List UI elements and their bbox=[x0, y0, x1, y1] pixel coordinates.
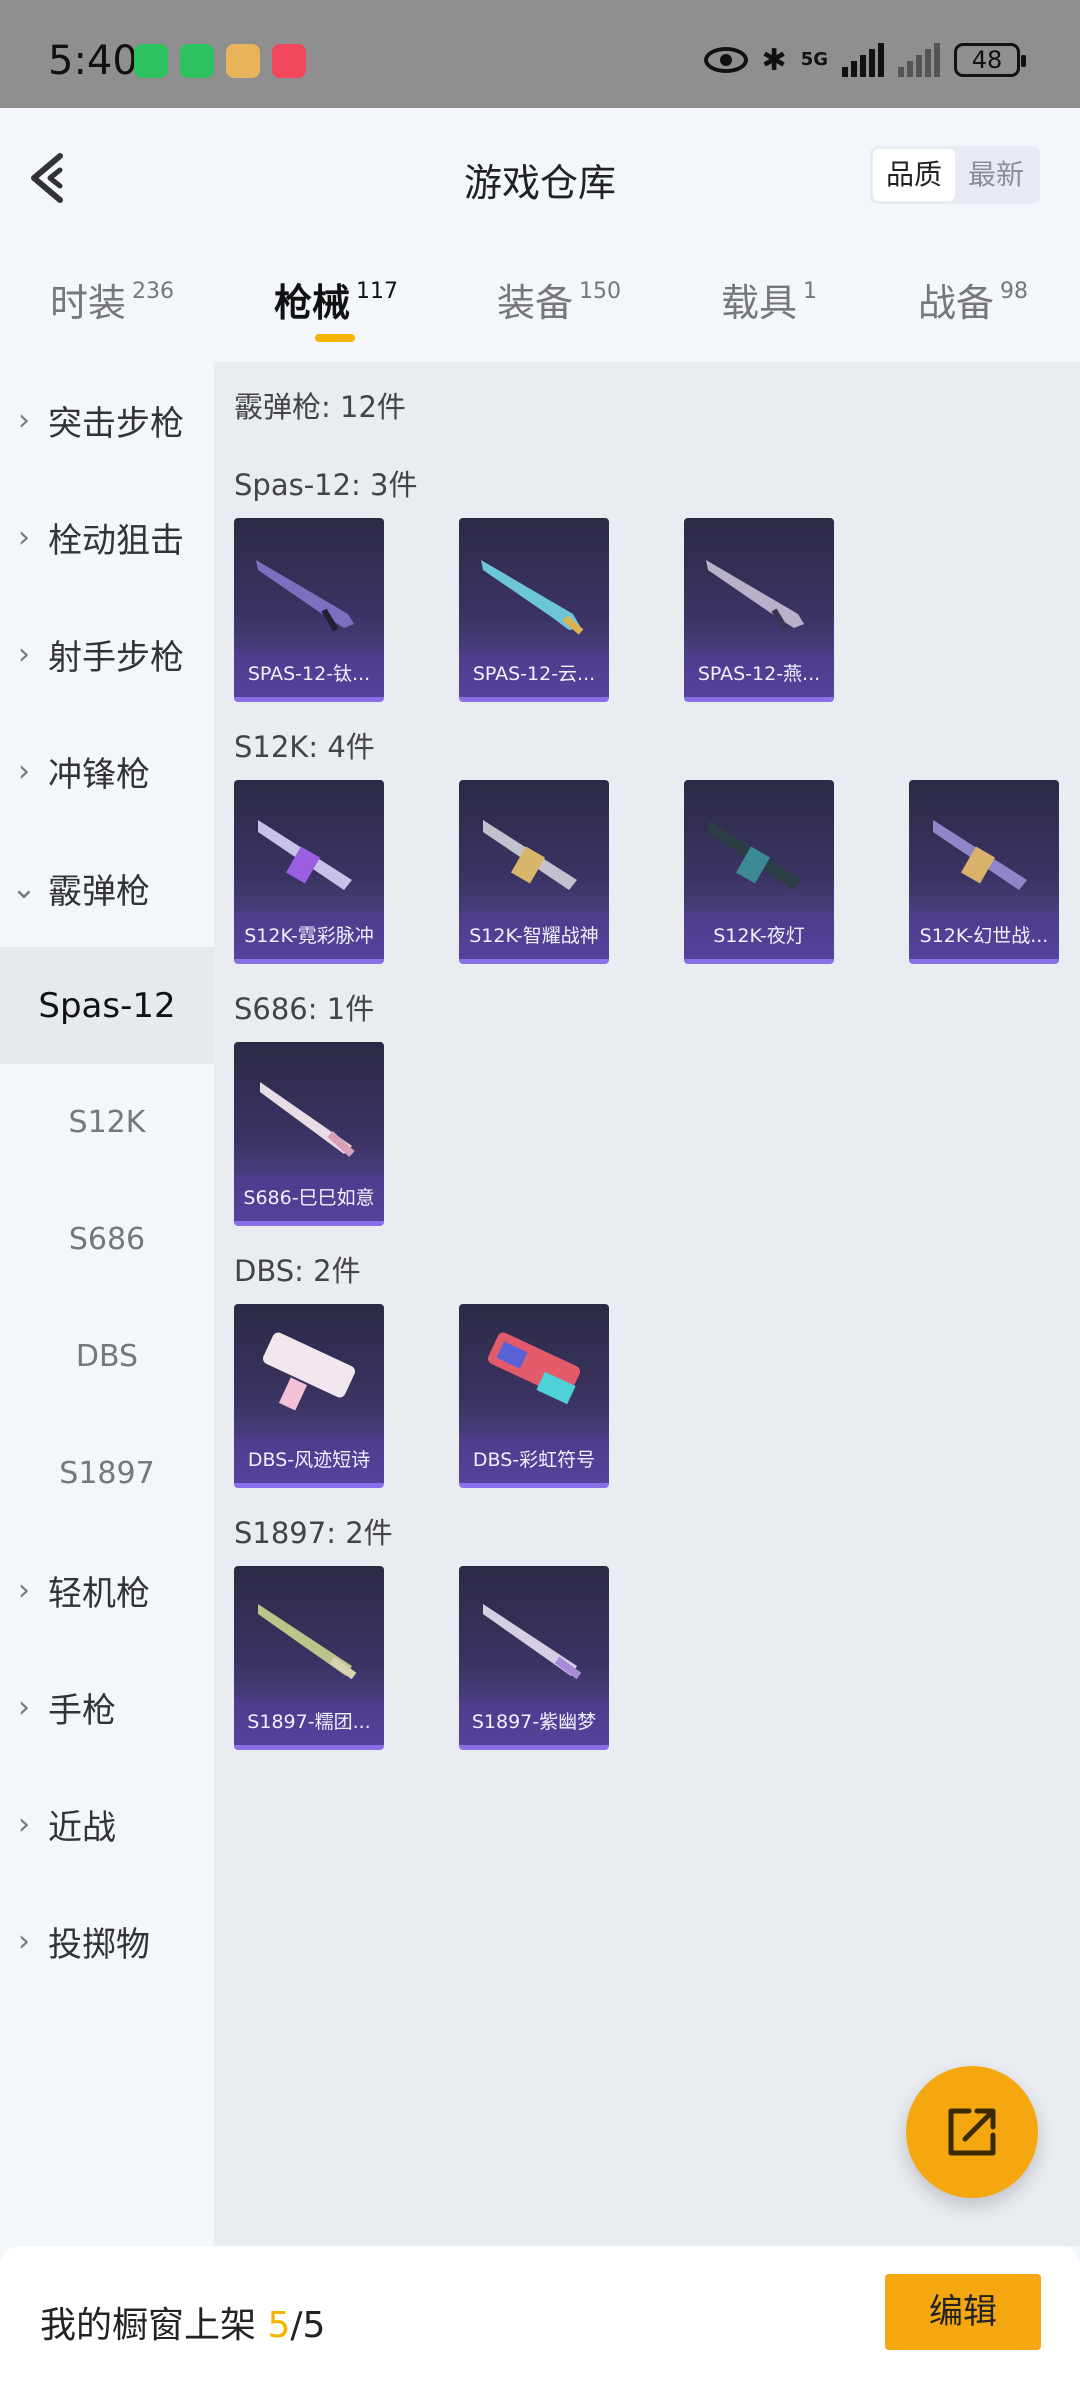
item-name: S12K-智耀战神 bbox=[459, 913, 609, 959]
status-time: 5:40 bbox=[48, 38, 138, 84]
wechat-notification-icon bbox=[180, 44, 214, 78]
shopping-notification-icon bbox=[272, 44, 306, 78]
page-header: 游戏仓库 品质 最新 bbox=[0, 108, 1080, 248]
item-card[interactable]: DBS-彩虹符号 bbox=[459, 1304, 609, 1488]
item-card[interactable]: S686-巳巳如意 bbox=[234, 1042, 384, 1226]
bottom-bar: 我的橱窗上架 5/5 编辑 bbox=[0, 2246, 1080, 2381]
shotgun-icon bbox=[483, 1604, 582, 1680]
item-name: DBS-风迹短诗 bbox=[234, 1437, 384, 1483]
tab-vehicles[interactable]: 载具 1 bbox=[721, 272, 817, 327]
item-card[interactable]: S12K-智耀战神 bbox=[459, 780, 609, 964]
item-name: SPAS-12-钛... bbox=[234, 651, 384, 697]
app-notification-icon bbox=[226, 44, 260, 78]
item-name: S686-巳巳如意 bbox=[234, 1175, 384, 1221]
sidebar: › 突击步枪 › 栓动狙击 › 射手步枪 › 冲锋枪 ⌄ 霰弹枪 Spas-12 S12K… bbox=[0, 362, 214, 2246]
group-header: S1897: 2件 bbox=[234, 1516, 393, 1550]
item-name: S1897-紫幽梦 bbox=[459, 1699, 609, 1745]
edit-button[interactable]: 编辑 bbox=[885, 2274, 1041, 2350]
category-tabs: 时装 236 枪械 117 装备 150 载具 1 战备 98 bbox=[0, 248, 1080, 362]
chevron-right-icon: › bbox=[18, 1690, 30, 1725]
sidebar-sub-spas12[interactable]: Spas-12 bbox=[0, 947, 214, 1064]
shotgun-icon bbox=[483, 820, 577, 890]
sidebar-item-assault-rifle[interactable]: › 突击步枪 bbox=[0, 362, 214, 479]
shotgun-icon bbox=[708, 820, 802, 890]
shotgun-icon bbox=[256, 560, 354, 632]
shotgun-icon bbox=[258, 820, 352, 890]
sidebar-item-marksman-rifle[interactable]: › 射手步枪 bbox=[0, 596, 214, 713]
active-tab-indicator bbox=[315, 334, 355, 342]
shotgun-icon bbox=[258, 1604, 357, 1680]
category-summary: 霰弹枪: 12件 bbox=[234, 390, 406, 424]
sidebar-item-lmg[interactable]: › 轻机枪 bbox=[0, 1532, 214, 1649]
item-card[interactable]: S12K-幻世战... bbox=[909, 780, 1059, 964]
item-name: SPAS-12-燕... bbox=[684, 651, 834, 697]
item-card[interactable]: DBS-风迹短诗 bbox=[234, 1304, 384, 1488]
wechat-notification-icon bbox=[134, 44, 168, 78]
item-card[interactable]: S1897-紫幽梦 bbox=[459, 1566, 609, 1750]
sort-newest-button[interactable]: 最新 bbox=[955, 149, 1037, 201]
chevron-right-icon: › bbox=[18, 1807, 30, 1842]
chevron-right-icon: › bbox=[18, 754, 30, 789]
chevron-right-icon: › bbox=[18, 1924, 30, 1959]
item-card[interactable]: SPAS-12-钛... bbox=[234, 518, 384, 702]
item-card[interactable]: SPAS-12-云... bbox=[459, 518, 609, 702]
sidebar-item-bolt-sniper[interactable]: › 栓动狙击 bbox=[0, 479, 214, 596]
tab-firearms[interactable]: 枪械 117 bbox=[274, 272, 398, 327]
sidebar-sub-s12k[interactable]: S12K bbox=[0, 1064, 214, 1181]
item-name: S12K-幻世战... bbox=[909, 913, 1059, 959]
sidebar-sub-s686[interactable]: S686 bbox=[0, 1181, 214, 1298]
group-header: S686: 1件 bbox=[234, 992, 375, 1026]
item-name: SPAS-12-云... bbox=[459, 651, 609, 697]
tab-combat-supplies[interactable]: 战备 98 bbox=[918, 272, 1028, 327]
sort-toggle: 品质 最新 bbox=[870, 146, 1040, 204]
sidebar-item-melee[interactable]: › 近战 bbox=[0, 1766, 214, 1883]
share-fab-button[interactable] bbox=[906, 2066, 1038, 2198]
chevron-right-icon: › bbox=[18, 1573, 30, 1608]
shotgun-icon bbox=[706, 560, 804, 632]
shotgun-icon bbox=[488, 1332, 580, 1405]
sidebar-sub-dbs[interactable]: DBS bbox=[0, 1298, 214, 1415]
group-header: S12K: 4件 bbox=[234, 730, 375, 764]
item-card[interactable]: S1897-糯团... bbox=[234, 1566, 384, 1750]
item-name: S12K-霓彩脉冲 bbox=[234, 913, 384, 959]
status-bar: 5:40 ✱ 5G 48 bbox=[0, 0, 1080, 108]
shotgun-icon bbox=[260, 1082, 355, 1157]
signal-icon bbox=[842, 43, 884, 77]
chevron-right-icon: › bbox=[18, 520, 30, 555]
item-card[interactable]: SPAS-12-燕... bbox=[684, 518, 834, 702]
group-header: DBS: 2件 bbox=[234, 1254, 361, 1288]
network-type: 5G bbox=[800, 49, 828, 70]
item-card[interactable]: S12K-霓彩脉冲 bbox=[234, 780, 384, 964]
tab-fashion[interactable]: 时装 236 bbox=[50, 272, 174, 327]
showcase-total: /5 bbox=[290, 2305, 326, 2346]
shotgun-icon bbox=[933, 820, 1027, 890]
sidebar-sub-s1897[interactable]: S1897 bbox=[0, 1415, 214, 1532]
item-name: S12K-夜灯 bbox=[684, 913, 834, 959]
item-card[interactable]: S12K-夜灯 bbox=[684, 780, 834, 964]
item-name: DBS-彩虹符号 bbox=[459, 1437, 609, 1483]
sort-quality-button[interactable]: 品质 bbox=[873, 149, 955, 201]
item-grid: 霰弹枪: 12件 Spas-12: 3件 SPAS-12-钛... SPAS-1… bbox=[214, 362, 1080, 2246]
eye-icon bbox=[703, 47, 748, 73]
group-header: Spas-12: 3件 bbox=[234, 468, 418, 502]
sidebar-item-throwable[interactable]: › 投掷物 bbox=[0, 1883, 214, 2000]
sidebar-item-shotgun[interactable]: ⌄ 霰弹枪 bbox=[0, 830, 214, 947]
tab-equipment[interactable]: 装备 150 bbox=[497, 272, 621, 327]
battery-icon: 48 bbox=[954, 43, 1026, 77]
sidebar-item-smg[interactable]: › 冲锋枪 bbox=[0, 713, 214, 830]
showcase-count: 5 bbox=[267, 2305, 291, 2346]
share-external-icon bbox=[948, 2108, 996, 2156]
sidebar-item-pistol[interactable]: › 手枪 bbox=[0, 1649, 214, 1766]
bluetooth-icon: ✱ bbox=[761, 42, 787, 78]
showcase-status: 我的橱窗上架 5/5 bbox=[40, 2305, 326, 2346]
chevron-right-icon: › bbox=[18, 637, 30, 672]
chevron-right-icon: › bbox=[18, 403, 30, 438]
shotgun-icon bbox=[263, 1332, 355, 1411]
chevron-down-icon: ⌄ bbox=[11, 871, 37, 906]
shotgun-icon bbox=[481, 560, 584, 635]
item-name: S1897-糯团... bbox=[234, 1699, 384, 1745]
signal-weak-icon bbox=[898, 43, 940, 77]
